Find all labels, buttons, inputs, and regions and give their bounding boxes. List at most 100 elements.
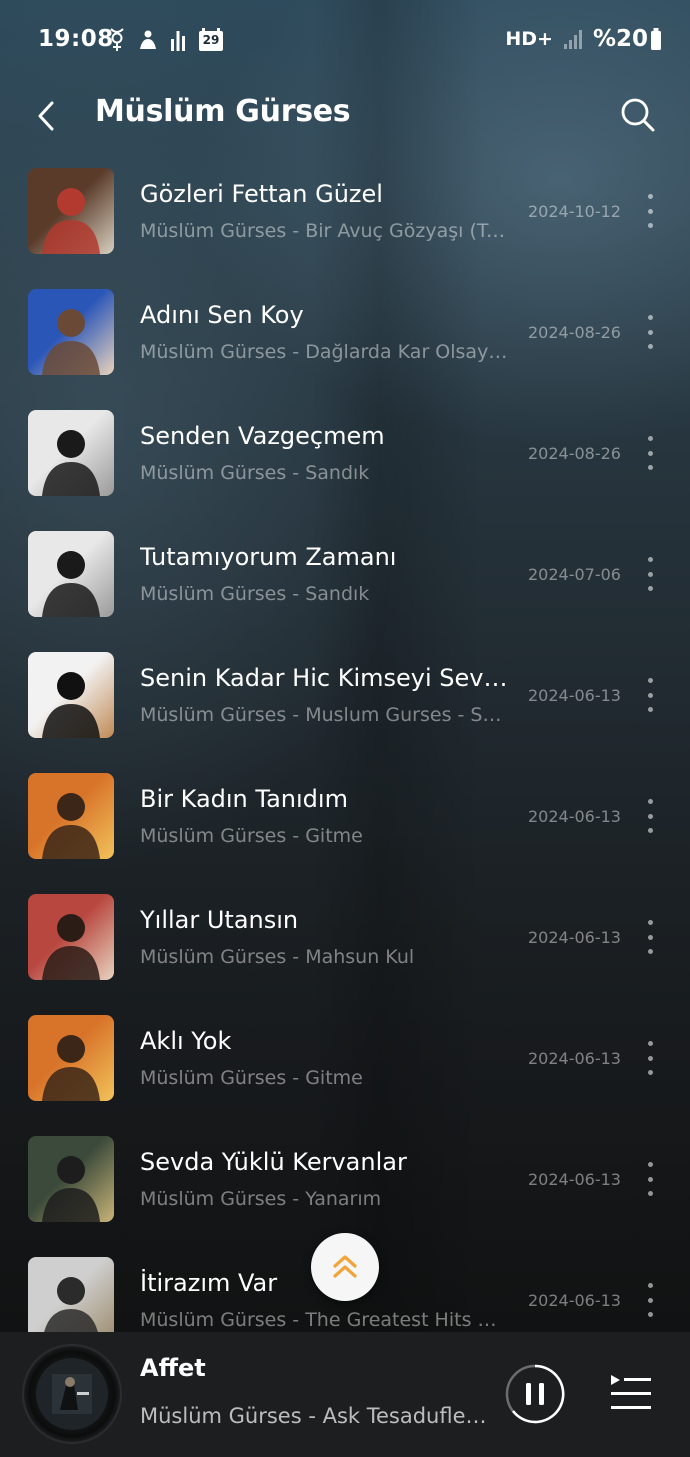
album-cover	[28, 1257, 114, 1332]
track-row[interactable]: Bir Kadın Tanıdım Müslüm Gürses - Gitme …	[0, 755, 690, 876]
calendar-icon: 29	[198, 27, 224, 53]
search-icon	[621, 98, 655, 132]
track-subtitle: Müslüm Gürses - Muslum Gurses - Senin Ka…	[140, 704, 508, 726]
audio-bars-icon	[170, 27, 186, 53]
pause-button[interactable]	[505, 1364, 565, 1424]
more-options-button[interactable]	[640, 315, 660, 349]
track-row[interactable]: Yıllar Utansın Müslüm Gürses - Mahsun Ku…	[0, 876, 690, 997]
track-title: Senin Kadar Hic Kimseyi Sevmedim	[140, 664, 515, 692]
playlist-queue-button[interactable]	[609, 1372, 653, 1416]
more-options-button[interactable]	[640, 1283, 660, 1317]
track-list[interactable]: Gözleri Fettan Güzel Müslüm Gürses - Bir…	[0, 150, 690, 1332]
track-date: 2024-08-26	[528, 444, 621, 463]
more-options-button[interactable]	[640, 1162, 660, 1196]
track-row[interactable]: Aklı Yok Müslüm Gürses - Gitme 2024-06-1…	[0, 997, 690, 1118]
track-title: Tutamıyorum Zamanı	[140, 543, 397, 571]
page-title: Müslüm Gürses	[95, 94, 351, 129]
track-row[interactable]: Senden Vazgeçmem Müslüm Gürses - Sandık …	[0, 392, 690, 513]
more-vertical-icon	[647, 678, 653, 683]
album-cover	[28, 410, 114, 496]
more-vertical-icon	[647, 920, 653, 925]
playlist-queue-icon	[611, 1375, 651, 1409]
network-type-label: HD+	[505, 28, 553, 50]
track-row[interactable]: Gözleri Fettan Güzel Müslüm Gürses - Bir…	[0, 150, 690, 271]
now-playing-subtitle: Müslüm Gürses - Ask Tesadufleri Sever	[140, 1404, 490, 1428]
mercury-symbol-icon	[108, 27, 126, 53]
album-cover	[28, 1136, 114, 1222]
track-date: 2024-06-13	[528, 686, 621, 705]
status-bar: 19:08 29 HD+ %20	[0, 0, 690, 80]
track-date: 2024-06-13	[528, 1291, 621, 1310]
track-row[interactable]: Sevda Yüklü Kervanlar Müslüm Gürses - Ya…	[0, 1118, 690, 1239]
album-cover-art	[42, 793, 100, 859]
album-cover	[28, 894, 114, 980]
search-button[interactable]	[618, 94, 658, 136]
scroll-to-top-button[interactable]	[311, 1233, 379, 1301]
album-cover	[28, 1015, 114, 1101]
track-title: Sevda Yüklü Kervanlar	[140, 1148, 407, 1176]
track-subtitle: Müslüm Gürses - Sandık	[140, 462, 370, 484]
track-subtitle: Müslüm Gürses - Gitme	[140, 825, 363, 847]
track-subtitle: Müslüm Gürses - Bir Avuç Gözyaşı (Tövbe …	[140, 220, 508, 242]
now-playing-album-art[interactable]	[22, 1344, 122, 1444]
track-title: Senden Vazgeçmem	[140, 422, 385, 450]
calendar-day-number: 29	[202, 33, 220, 47]
track-title: Gözleri Fettan Güzel	[140, 180, 383, 208]
track-date: 2024-06-13	[528, 1170, 621, 1189]
track-subtitle: Müslüm Gürses - The Greatest Hits of Müs…	[140, 1309, 508, 1331]
battery-icon	[650, 26, 662, 52]
album-cover	[28, 773, 114, 859]
mini-player[interactable]: Affet Müslüm Gürses - Ask Tesadufleri Se…	[0, 1332, 690, 1457]
track-row[interactable]: Tutamıyorum Zamanı Müslüm Gürses - Sandı…	[0, 513, 690, 634]
more-vertical-icon	[647, 1041, 653, 1046]
album-cover	[28, 168, 114, 254]
track-date: 2024-06-13	[528, 1049, 621, 1068]
status-notification-icons: 29	[108, 27, 224, 53]
back-arrow-icon	[38, 101, 54, 131]
album-cover-art	[44, 1277, 98, 1332]
back-button[interactable]	[28, 96, 64, 136]
track-subtitle: Müslüm Gürses - Gitme	[140, 1067, 363, 1089]
more-vertical-icon	[647, 315, 653, 320]
album-cover-art	[42, 672, 100, 738]
track-subtitle: Müslüm Gürses - Mahsun Kul	[140, 946, 415, 968]
album-cover	[28, 652, 114, 738]
track-title: Aklı Yok	[140, 1027, 232, 1055]
album-cover-art	[42, 914, 100, 980]
track-row[interactable]: Senin Kadar Hic Kimseyi Sevmedim Müslüm …	[0, 634, 690, 755]
signal-strength-icon	[563, 26, 583, 52]
more-options-button[interactable]	[640, 799, 660, 833]
track-title: Bir Kadın Tanıdım	[140, 785, 348, 813]
more-vertical-icon	[647, 194, 653, 199]
track-date: 2024-06-13	[528, 928, 621, 947]
more-vertical-icon	[647, 799, 653, 804]
more-vertical-icon	[647, 557, 653, 562]
more-options-button[interactable]	[640, 436, 660, 470]
track-subtitle: Müslüm Gürses - Dağlarda Kar Olsaydım	[140, 341, 508, 363]
more-options-button[interactable]	[640, 678, 660, 712]
track-title: Adını Sen Koy	[140, 301, 304, 329]
artist-header: Müslüm Gürses	[0, 80, 690, 150]
status-system-icons: HD+ %20	[505, 26, 662, 52]
more-options-button[interactable]	[640, 1041, 660, 1075]
meditation-app-icon	[138, 27, 158, 53]
track-row[interactable]: Adını Sen Koy Müslüm Gürses - Dağlarda K…	[0, 271, 690, 392]
track-date: 2024-06-13	[528, 807, 621, 826]
more-vertical-icon	[647, 1162, 653, 1167]
more-options-button[interactable]	[640, 557, 660, 591]
more-vertical-icon	[647, 1283, 653, 1288]
more-options-button[interactable]	[640, 920, 660, 954]
pause-icon	[505, 1364, 565, 1424]
track-date: 2024-07-06	[528, 565, 621, 584]
track-title: Yıllar Utansın	[140, 906, 299, 934]
status-time: 19:08	[38, 26, 114, 52]
album-cover	[28, 289, 114, 375]
track-date: 2024-08-26	[528, 323, 621, 342]
track-subtitle: Müslüm Gürses - Sandık	[140, 583, 370, 605]
now-playing-title: Affet	[140, 1354, 206, 1382]
album-cover-art	[42, 1035, 100, 1101]
album-cover-art	[42, 188, 100, 254]
more-options-button[interactable]	[640, 194, 660, 228]
album-cover-art	[42, 430, 100, 496]
more-vertical-icon	[647, 436, 653, 441]
